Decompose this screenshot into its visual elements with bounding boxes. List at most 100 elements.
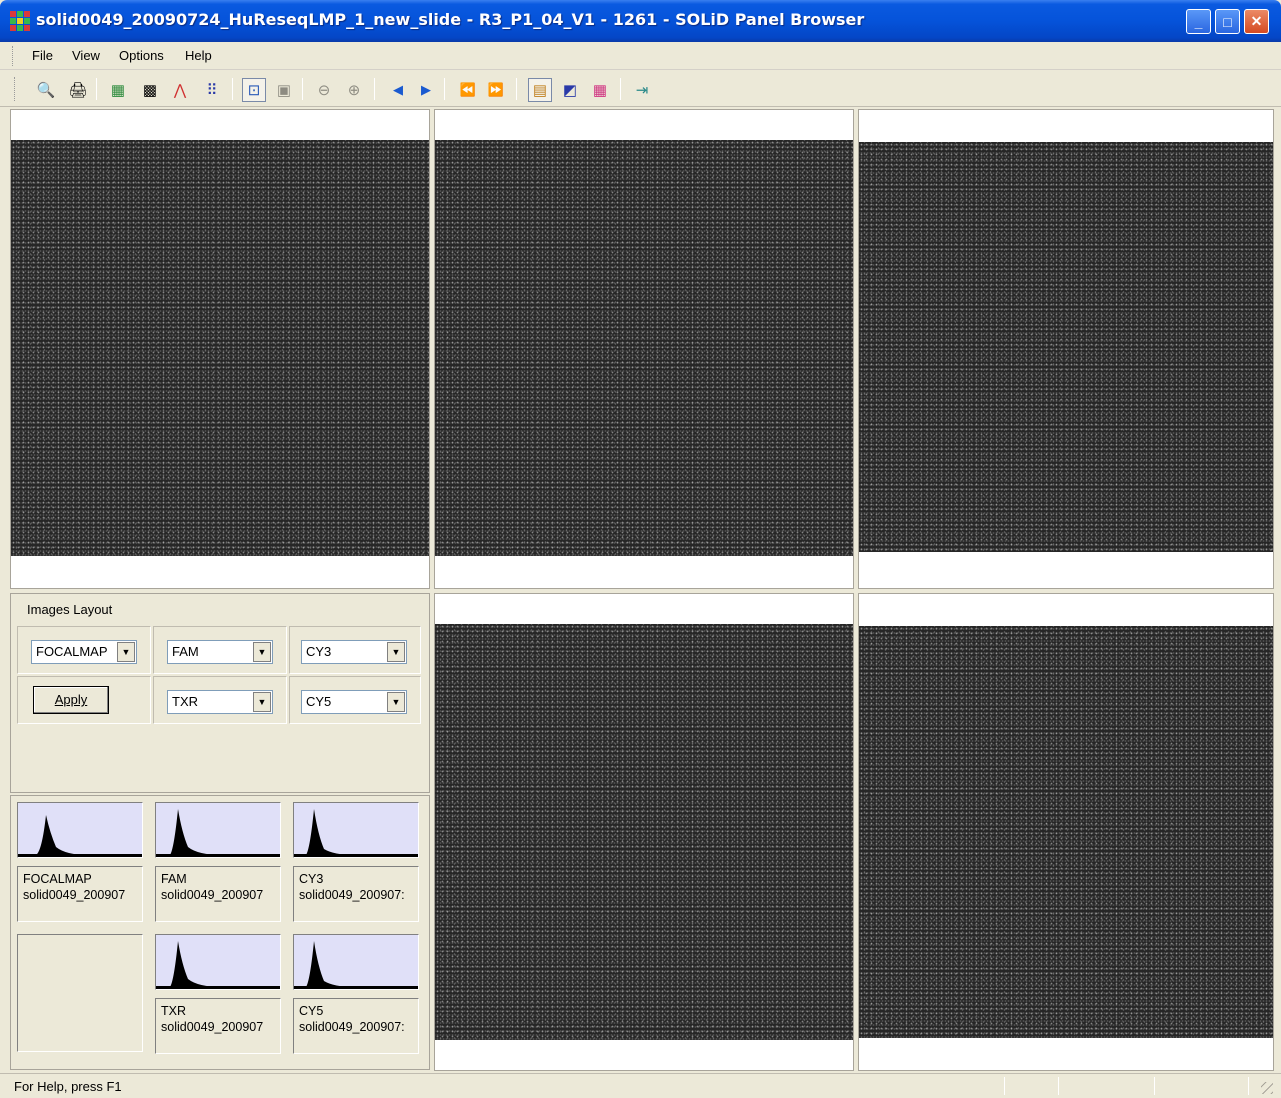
thumbnail-channel: CY5	[299, 1004, 324, 1018]
image-panel-cy5[interactable]	[858, 593, 1274, 1071]
color-map-icon[interactable]: ▦	[106, 78, 130, 102]
title-bar[interactable]: solid0049_20090724_HuReseqLMP_1_new_slid…	[0, 0, 1281, 42]
images-layout-title: Images Layout	[27, 602, 113, 617]
thumbnail-file: solid0049_200907	[23, 888, 126, 902]
image-panel-focalmap[interactable]	[10, 109, 430, 589]
histogram-focalmap[interactable]	[17, 802, 143, 858]
layout-select-2[interactable]: FAM ▼	[167, 640, 273, 664]
image-panel-fam[interactable]	[434, 109, 854, 589]
grid-dots-icon[interactable]: ⠿	[200, 78, 224, 102]
histogram-graphic	[294, 809, 418, 857]
histogram-cy3[interactable]	[293, 802, 419, 858]
first-icon[interactable]: ⏪	[456, 78, 480, 102]
apply-button[interactable]: Apply	[33, 686, 109, 714]
empty-thumbnail-slot	[17, 934, 143, 1052]
status-text: For Help, press F1	[14, 1079, 122, 1094]
exit-icon[interactable]: ⇥	[630, 78, 654, 102]
close-button[interactable]: ✕	[1244, 9, 1269, 34]
histogram-graphic	[156, 809, 280, 857]
overlay-icon[interactable]: ◩	[558, 78, 582, 102]
thumbnail-label-cy5: CY5 solid0049_200907:	[293, 998, 419, 1054]
cy5-image	[859, 626, 1273, 1038]
image-panel-cy3[interactable]	[858, 109, 1274, 589]
histogram-panel: FOCALMAP solid0049_200907 FAM solid0049_…	[10, 795, 430, 1070]
layout-select-4-value: TXR	[172, 694, 198, 709]
chevron-down-icon[interactable]: ▼	[117, 642, 135, 662]
histogram-cy5[interactable]	[293, 934, 419, 990]
app-icon	[10, 11, 30, 31]
image-panel-txr[interactable]	[434, 593, 854, 1071]
thumbnail-file: solid0049_200907	[161, 1020, 264, 1034]
print-preview-icon[interactable]: 🔍	[34, 78, 58, 102]
status-separator	[1154, 1077, 1155, 1095]
fam-image	[435, 140, 853, 556]
chevron-down-icon[interactable]: ▼	[387, 642, 405, 662]
palette-icon[interactable]: ▦	[588, 78, 612, 102]
layout-select-1-value: FOCALMAP	[36, 644, 108, 659]
toolbar: 🔍 🖨 ▦ ▩ ⋀ ⠿ ⊡ ▣ ⊖ ⊕ ◀ ▶ ⏪ ⏩ ▤ ◩ ▦ ⇥	[0, 71, 1281, 107]
menu-bar: File View Options Help	[0, 42, 1281, 70]
thumbnail-file: solid0049_200907:	[299, 1020, 405, 1034]
focalmap-image	[11, 140, 429, 556]
chevron-down-icon[interactable]: ▼	[387, 692, 405, 712]
histogram-fam[interactable]	[155, 802, 281, 858]
layout-select-1[interactable]: FOCALMAP ▼	[31, 640, 137, 664]
thumbnail-channel: FOCALMAP	[23, 872, 92, 886]
print-icon[interactable]: 🖨	[66, 78, 90, 102]
layout-icon[interactable]: ▤	[528, 78, 552, 102]
minimize-icon: _	[1194, 13, 1203, 30]
thumbnail-label-focalmap: FOCALMAP solid0049_200907	[17, 866, 143, 922]
menu-grip	[12, 46, 15, 66]
actual-size-icon[interactable]: ▣	[272, 78, 296, 102]
thumbnail-channel: TXR	[161, 1004, 186, 1018]
next-icon[interactable]: ▶	[414, 78, 438, 102]
images-layout-panel: Images Layout FOCALMAP ▼ FAM ▼ CY3 ▼ App…	[10, 593, 430, 793]
layout-select-3[interactable]: CY3 ▼	[301, 640, 407, 664]
toolbar-separator	[444, 78, 445, 100]
maximize-icon: □	[1223, 13, 1232, 30]
thumbnail-label-cy3: CY3 solid0049_200907:	[293, 866, 419, 922]
toolbar-separator	[96, 78, 97, 100]
layout-select-5[interactable]: CY5 ▼	[301, 690, 407, 714]
bw-map-icon[interactable]: ▩	[138, 78, 162, 102]
histogram-icon[interactable]: ⋀	[168, 78, 192, 102]
cy3-image	[859, 142, 1273, 552]
status-separator	[1004, 1077, 1005, 1095]
toolbar-separator	[620, 78, 621, 100]
last-icon[interactable]: ⏩	[484, 78, 508, 102]
thumbnail-file: solid0049_200907:	[299, 888, 405, 902]
histogram-txr[interactable]	[155, 934, 281, 990]
window-title: solid0049_20090724_HuReseqLMP_1_new_slid…	[36, 10, 865, 29]
thumbnail-label-txr: TXR solid0049_200907	[155, 998, 281, 1054]
layout-select-2-value: FAM	[172, 644, 199, 659]
layout-select-5-value: CY5	[306, 694, 332, 709]
toolbar-separator	[232, 78, 233, 100]
menu-options[interactable]: Options	[119, 48, 164, 63]
histogram-graphic	[18, 815, 142, 857]
thumbnail-channel: FAM	[161, 872, 187, 886]
menu-help[interactable]: Help	[185, 48, 212, 63]
maximize-button[interactable]: □	[1215, 9, 1240, 34]
zoom-out-icon[interactable]: ⊖	[312, 78, 336, 102]
status-separator	[1248, 1077, 1249, 1095]
histogram-graphic	[294, 941, 418, 989]
thumbnail-channel: CY3	[299, 872, 324, 886]
layout-select-4[interactable]: TXR ▼	[167, 690, 273, 714]
minimize-button[interactable]: _	[1186, 9, 1211, 34]
chevron-down-icon[interactable]: ▼	[253, 642, 271, 662]
chevron-down-icon[interactable]: ▼	[253, 692, 271, 712]
menu-view[interactable]: View	[72, 48, 100, 63]
thumbnail-file: solid0049_200907	[161, 888, 264, 902]
zoom-in-icon[interactable]: ⊕	[342, 78, 366, 102]
txr-image	[435, 624, 853, 1040]
histogram-graphic	[156, 941, 280, 989]
fit-to-window-icon[interactable]: ⊡	[242, 78, 266, 102]
status-separator	[1058, 1077, 1059, 1095]
status-bar: For Help, press F1	[0, 1073, 1281, 1098]
menu-file[interactable]: File	[32, 48, 53, 63]
toolbar-separator	[302, 78, 303, 100]
toolbar-separator	[374, 78, 375, 100]
toolbar-separator	[516, 78, 517, 100]
previous-icon[interactable]: ◀	[386, 78, 410, 102]
resize-grip[interactable]	[1261, 1082, 1273, 1094]
